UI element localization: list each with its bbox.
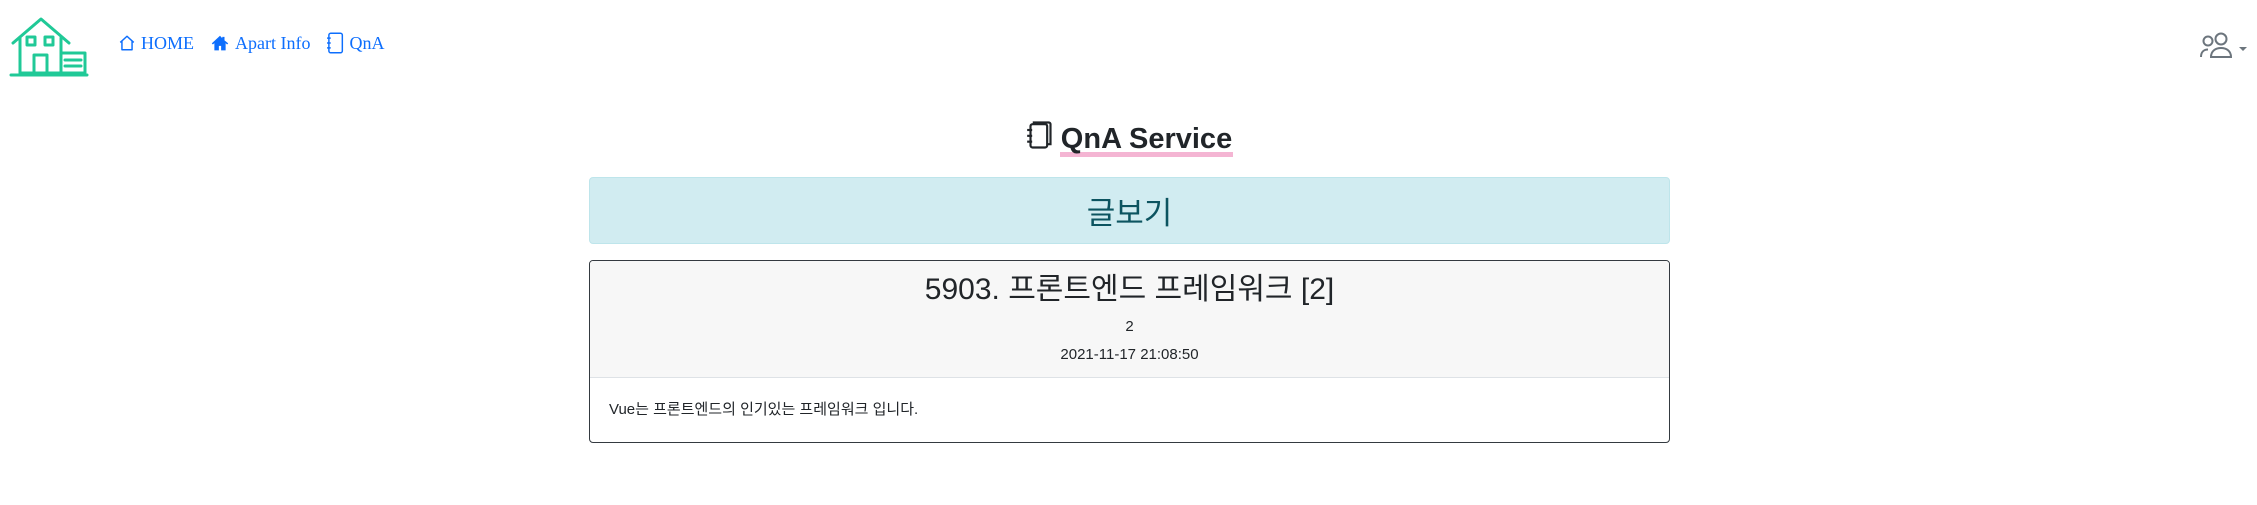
nav-link-label: Apart Info (235, 32, 311, 53)
article-writer: 2 (1125, 318, 1134, 335)
nav-link-apart-info[interactable]: Apart Info (210, 33, 310, 54)
page-title: QnA Service (0, 120, 2257, 158)
article-card: 5903. 프론트엔드 프레임워크 [2] 2 2021-11-17 21:08… (589, 260, 1670, 443)
page-title-text: QnA Service (1059, 121, 1234, 157)
article-date: 2021-11-17 21:08:50 (1060, 346, 1199, 363)
house-icon (118, 34, 136, 52)
nav-link-label: QnA (349, 32, 385, 53)
article-content: Vue는 프론트엔드의 인기있는 프레임워크 입니다. (609, 401, 919, 418)
nav-links: HOME Apart Info QnA (118, 32, 384, 54)
journals-icon (1024, 120, 1052, 158)
house-fill-icon (210, 34, 230, 52)
nav-link-qna[interactable]: QnA (326, 32, 384, 54)
view-banner: 글보기 (589, 177, 1670, 244)
journal-icon (326, 32, 344, 54)
nav-link-home[interactable]: HOME (118, 33, 194, 54)
article-header: 5903. 프론트엔드 프레임워크 [2] 2 2021-11-17 21:08… (590, 261, 1669, 378)
user-menu-dropdown[interactable] (2199, 31, 2247, 64)
chevron-down-icon (2239, 39, 2247, 57)
nav-link-label: HOME (141, 32, 194, 53)
house-logo-icon[interactable] (9, 15, 89, 77)
navbar: HOME Apart Info QnA (0, 0, 2257, 92)
article-title: 5903. 프론트엔드 프레임워크 [2] (924, 273, 1335, 306)
people-icon (2199, 31, 2235, 64)
